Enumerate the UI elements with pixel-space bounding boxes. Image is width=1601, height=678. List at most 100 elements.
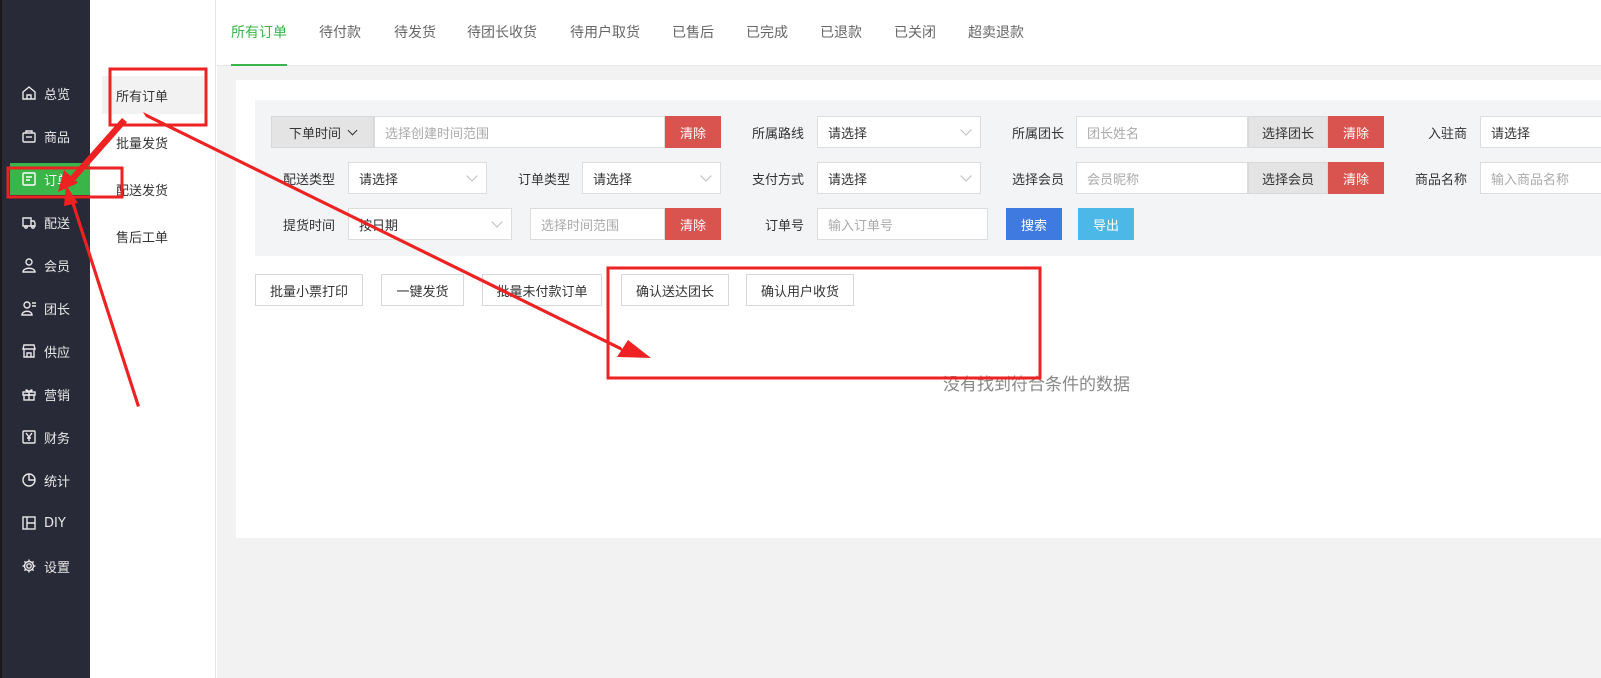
- sidebar-item-label: DIY: [44, 515, 66, 531]
- choose-member-button[interactable]: 选择会员: [1248, 162, 1328, 194]
- submenu-item-delivery-ship[interactable]: 配送发货: [102, 170, 204, 208]
- route-select-value: 请选择: [828, 126, 868, 142]
- sidebar-item-diy[interactable]: DIY: [10, 507, 92, 539]
- sidebar-item-settings[interactable]: 设置: [10, 550, 92, 582]
- sidebar-item-label: 订单: [44, 173, 71, 189]
- leader-label: 所属团长: [1011, 127, 1064, 142]
- tab-pending-shipment[interactable]: 待发货: [394, 22, 436, 66]
- gift-icon: [20, 385, 38, 403]
- member-nickname-input[interactable]: 会员昵称: [1076, 162, 1248, 194]
- order-no-label: 订单号: [764, 219, 804, 234]
- pay-method-select[interactable]: 请选择: [817, 162, 981, 194]
- tab-completed[interactable]: 已完成: [746, 22, 788, 66]
- yen-icon: [20, 428, 38, 446]
- sidebar-item-leaders[interactable]: 团长: [10, 292, 92, 324]
- chevron-down-icon: [491, 216, 503, 228]
- chevron-down-icon: [960, 170, 972, 182]
- bag-icon: [20, 127, 38, 145]
- submenu-item-batch-ship[interactable]: 批量发货: [102, 123, 204, 161]
- main-sidebar: 总览 商品 订单 配送 会员 团长 供应 营销 财务 统计 DIY 设置: [0, 0, 92, 678]
- sidebar-item-label: 统计: [44, 474, 71, 490]
- sidebar-item-overview[interactable]: 总览: [10, 77, 92, 109]
- submenu-item-all-orders[interactable]: 所有订单: [102, 76, 204, 114]
- tab-pending-payment[interactable]: 待付款: [319, 22, 361, 66]
- leader-name-input[interactable]: 团长姓名: [1076, 116, 1248, 148]
- route-label: 所属路线: [751, 127, 804, 142]
- merchant-label: 入驻商: [1427, 127, 1467, 142]
- leader-icon: [20, 299, 38, 317]
- search-button[interactable]: 搜索: [1006, 208, 1062, 240]
- tab-all-orders[interactable]: 所有订单: [231, 22, 287, 66]
- sidebar-item-finance[interactable]: 财务: [10, 421, 92, 453]
- order-icon: [20, 170, 38, 188]
- sidebar-item-statistics[interactable]: 统计: [10, 464, 92, 496]
- sidebar-item-members[interactable]: 会员: [10, 249, 92, 281]
- user-icon: [20, 256, 38, 274]
- export-button[interactable]: 导出: [1078, 208, 1134, 240]
- tab-pending-user-pickup[interactable]: 待用户取货: [570, 22, 640, 66]
- order-type-select[interactable]: 请选择: [582, 162, 721, 194]
- order-type-select-value: 请选择: [593, 172, 633, 188]
- sidebar-item-label: 财务: [44, 431, 71, 447]
- sidebar-item-label: 总览: [44, 87, 71, 103]
- sidebar-item-goods[interactable]: 商品: [10, 120, 92, 152]
- route-select[interactable]: 请选择: [817, 116, 981, 148]
- clear-leader-button[interactable]: 清除: [1328, 116, 1384, 148]
- tab-closed[interactable]: 已关闭: [894, 22, 936, 66]
- gear-icon: [20, 557, 38, 575]
- tab-after-sale[interactable]: 已售后: [672, 22, 714, 66]
- delivery-icon: [20, 213, 38, 231]
- order-time-select-label: 下单时间: [288, 126, 341, 142]
- filter-panel: 下单时间 选择创建时间范围 清除 所属路线 请选择 所属团长 团长姓名 选择团长…: [255, 100, 1601, 256]
- pay-method-select-value: 请选择: [828, 172, 868, 188]
- tab-refunded[interactable]: 已退款: [820, 22, 862, 66]
- sidebar-item-label: 配送: [44, 216, 71, 232]
- sidebar-item-label: 供应: [44, 345, 71, 361]
- tab-pending-leader-receipt[interactable]: 待团长收货: [467, 22, 537, 66]
- delivery-type-label: 配送类型: [282, 173, 335, 188]
- layout-icon: [20, 514, 38, 532]
- clear-create-time-button[interactable]: 清除: [665, 116, 721, 148]
- delivery-type-select-value: 请选择: [359, 172, 399, 188]
- goods-name-input[interactable]: 输入商品名称: [1480, 162, 1601, 194]
- sidebar-item-delivery[interactable]: 配送: [10, 206, 92, 238]
- batch-print-receipts-button[interactable]: 批量小票打印: [255, 274, 363, 306]
- sidebar-item-label: 设置: [44, 560, 71, 576]
- chevron-down-icon: [347, 125, 358, 135]
- tab-oversold-refund[interactable]: 超卖退款: [968, 22, 1024, 66]
- pickup-time-range-input[interactable]: 选择时间范围: [530, 208, 665, 240]
- home-icon: [20, 84, 38, 102]
- orders-card: 下单时间 选择创建时间范围 清除 所属路线 请选择 所属团长 团长姓名 选择团长…: [236, 80, 1601, 538]
- chevron-down-icon: [700, 170, 712, 182]
- sidebar-item-supply[interactable]: 供应: [10, 335, 92, 367]
- confirm-delivered-to-leader-button[interactable]: 确认送达团长: [621, 274, 729, 306]
- merchant-select[interactable]: 请选择: [1480, 116, 1601, 148]
- sidebar-item-marketing[interactable]: 营销: [10, 378, 92, 410]
- create-time-range-input[interactable]: 选择创建时间范围: [374, 116, 665, 148]
- main-content: 所有订单 待付款 待发货 待团长收货 待用户取货 已售后 已完成 已退款 已关闭…: [217, 0, 1601, 678]
- order-type-label: 订单类型: [517, 173, 570, 188]
- choose-leader-button[interactable]: 选择团长: [1248, 116, 1328, 148]
- order-status-tabs: 所有订单 待付款 待发货 待团长收货 待用户取货 已售后 已完成 已退款 已关闭…: [217, 0, 1601, 66]
- pickup-date-select[interactable]: 按日期: [348, 208, 512, 240]
- pickup-date-select-value: 按日期: [359, 218, 399, 234]
- batch-unpaid-orders-button[interactable]: 批量未付款订单: [482, 274, 602, 306]
- confirm-user-received-button[interactable]: 确认用户收货: [746, 274, 854, 306]
- sidebar-item-label: 商品: [44, 130, 71, 146]
- chevron-down-icon: [960, 124, 972, 136]
- clear-member-button[interactable]: 清除: [1328, 162, 1384, 194]
- submenu-item-aftersale[interactable]: 售后工单: [102, 217, 204, 255]
- order-no-input[interactable]: 输入订单号: [817, 208, 988, 240]
- store-icon: [20, 342, 38, 360]
- delivery-type-select[interactable]: 请选择: [348, 162, 487, 194]
- secondary-menu: 所有订单 批量发货 配送发货 售后工单: [90, 0, 216, 678]
- clear-pickup-time-button[interactable]: 清除: [665, 208, 721, 240]
- sidebar-item-label: 团长: [44, 302, 71, 318]
- order-time-select[interactable]: 下单时间: [271, 116, 374, 148]
- member-label: 选择会员: [1011, 173, 1064, 188]
- chevron-down-icon: [466, 170, 478, 182]
- pickup-time-label: 提货时间: [282, 219, 335, 234]
- sidebar-item-label: 会员: [44, 259, 71, 275]
- sidebar-item-orders[interactable]: 订单: [10, 163, 92, 195]
- one-click-ship-button[interactable]: 一键发货: [381, 274, 464, 306]
